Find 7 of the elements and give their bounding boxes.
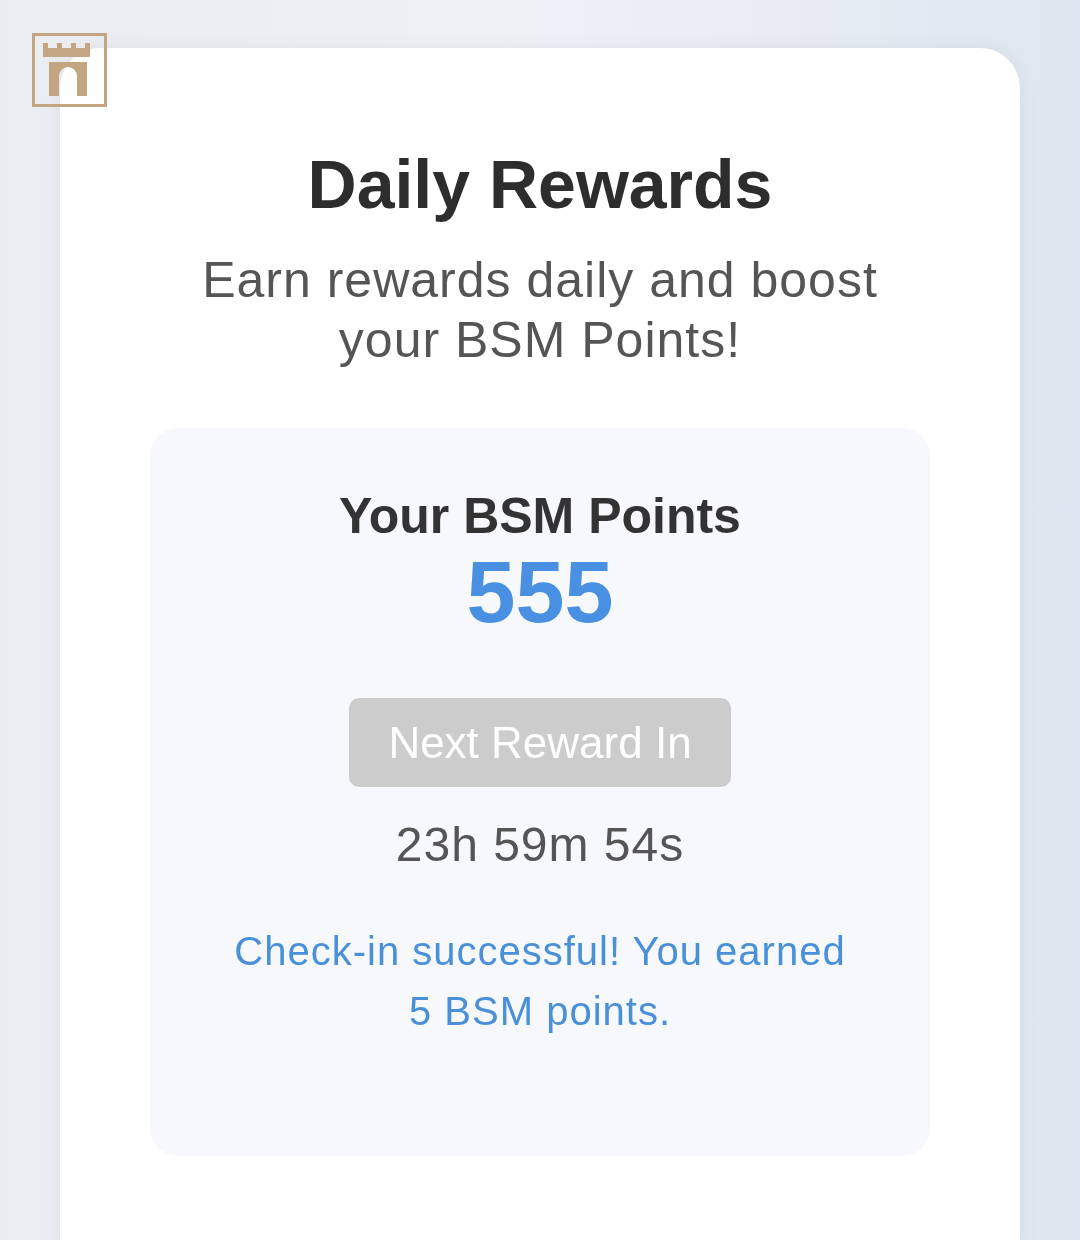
subtitle-text: Earn rewards daily and boost your BSM Points! <box>201 251 879 370</box>
success-message: Check-in successful! You earned 5 BSM points. <box>233 928 847 1035</box>
countdown-timer: 23h 59m 54s <box>395 817 685 873</box>
points-label: Your BSM Points <box>339 487 741 546</box>
points-value: 555 <box>466 544 614 640</box>
page-title: Daily Rewards <box>307 146 773 222</box>
castle-logo-icon <box>32 33 107 107</box>
